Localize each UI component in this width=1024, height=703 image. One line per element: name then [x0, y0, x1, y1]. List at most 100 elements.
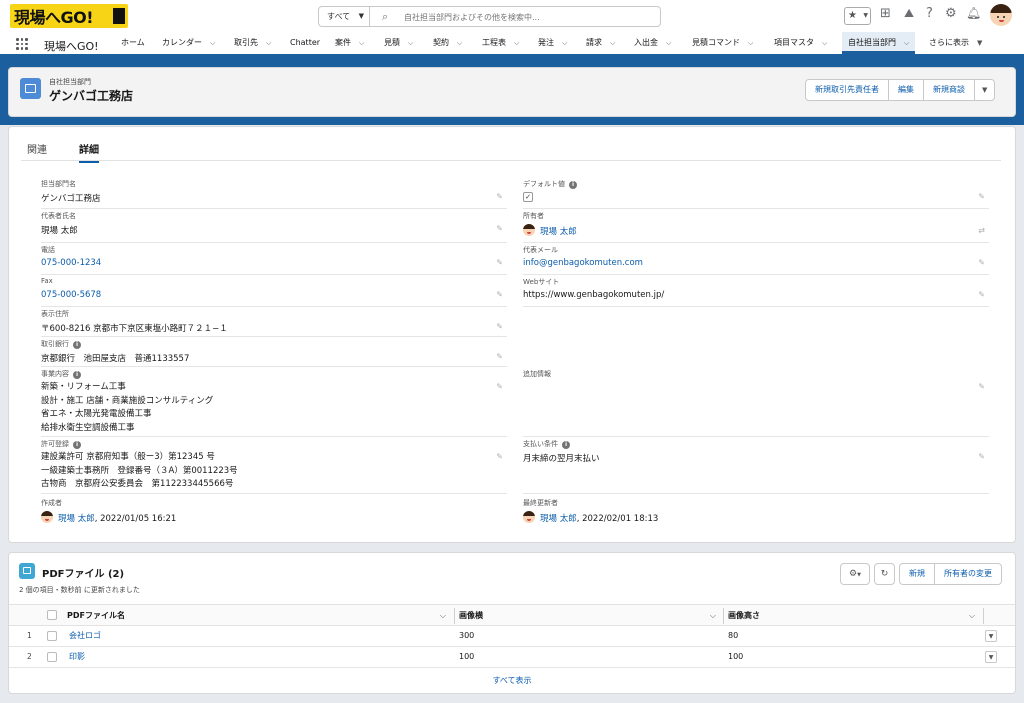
pencil-icon[interactable]: ✎	[978, 290, 985, 299]
pencil-icon[interactable]: ✎	[978, 192, 985, 201]
pencil-icon[interactable]: ✎	[496, 224, 503, 233]
pencil-icon[interactable]: ✎	[496, 192, 503, 201]
more-actions-button[interactable]: ▼	[974, 79, 996, 101]
search-input[interactable]	[404, 10, 654, 24]
chevron-down-icon[interactable]: ⌵	[440, 605, 446, 626]
field-default-value: デフォルト値 i ✓ ✎	[523, 179, 989, 209]
field-value: https://www.genbagokomuten.jp/	[523, 290, 665, 300]
nav-item-contracts[interactable]: 契約 ⌵	[433, 32, 462, 54]
field-bank: 取引銀行 i 京都銀行 池田屋支店 普通1133557 ✎	[41, 339, 507, 367]
info-icon[interactable]: i	[569, 181, 577, 189]
nav-item-invoices[interactable]: 請求 ⌵	[586, 32, 615, 54]
favorites-button[interactable]: ★ ▼	[844, 7, 871, 25]
field-value-line: 一級建築士事務所 登録番号（３A）第0011223号	[41, 465, 238, 476]
email-link[interactable]: info@genbagokomuten.com	[523, 258, 643, 268]
change-owner-button[interactable]: 所有者の変更	[934, 563, 1002, 585]
chevron-down-icon[interactable]: ⌵	[969, 605, 975, 626]
row-checkbox[interactable]	[47, 652, 57, 662]
nav-item-more[interactable]: さらに表示 ▼	[929, 32, 982, 54]
row-checkbox[interactable]	[47, 631, 57, 641]
chevron-down-icon[interactable]: ⌵	[822, 39, 827, 47]
nav-item-projects[interactable]: 案件 ⌵	[335, 32, 364, 54]
phone-link[interactable]: 075-000-1234	[41, 258, 101, 268]
nav-item-estimates[interactable]: 見積 ⌵	[384, 32, 413, 54]
list-settings-button[interactable]: ⚙▼	[840, 563, 870, 585]
owner-user-link[interactable]: 現場 太郎	[540, 227, 577, 237]
nav-item-orders[interactable]: 発注 ⌵	[538, 32, 567, 54]
cell-height: 80	[728, 631, 739, 640]
chevron-down-icon[interactable]: ⌵	[748, 39, 753, 47]
pencil-icon[interactable]: ✎	[978, 258, 985, 267]
pdf-file-link[interactable]: 会社ロゴ	[69, 626, 101, 646]
help-icon[interactable]: ?	[926, 6, 933, 21]
app-nav-bar: 現場へGO! ホーム カレンダー ⌵ 取引先 ⌵ Chatter 案件 ⌵ 見積 ⌵ 契…	[0, 32, 1024, 57]
tab-related[interactable]: 関連	[27, 141, 47, 156]
nav-item-home[interactable]: ホーム	[121, 32, 145, 54]
chevron-down-icon[interactable]: ⌵	[359, 39, 364, 47]
column-divider[interactable]	[454, 608, 455, 624]
column-header-width[interactable]: 画像横 ⌵	[459, 605, 722, 627]
created-by-user-link[interactable]: 現場 太郎	[58, 514, 95, 524]
pencil-icon[interactable]: ✎	[496, 352, 503, 361]
nav-item-field-master[interactable]: 項目マスタ ⌵	[774, 32, 827, 54]
new-button[interactable]: 新規	[899, 563, 935, 585]
chevron-down-icon[interactable]: ⌵	[666, 39, 671, 47]
nav-item-calendar[interactable]: カレンダー ⌵	[162, 32, 215, 54]
search-scope-dropdown[interactable]: すべて ▼	[318, 6, 370, 27]
pencil-icon[interactable]: ✎	[496, 290, 503, 299]
pencil-icon[interactable]: ✎	[496, 452, 503, 461]
column-divider[interactable]	[983, 608, 984, 624]
refresh-button[interactable]: ↻	[874, 563, 895, 585]
chevron-down-icon[interactable]: ⌵	[457, 39, 462, 47]
chevron-down-icon[interactable]: ⌵	[408, 39, 413, 47]
select-all-checkbox[interactable]	[47, 610, 57, 620]
bell-icon[interactable]: 🔔︎	[966, 6, 981, 20]
new-contact-button[interactable]: 新規取引先責任者	[805, 79, 889, 101]
nav-item-schedule[interactable]: 工程表 ⌵	[482, 32, 519, 54]
pencil-icon[interactable]: ✎	[496, 322, 503, 331]
pencil-icon[interactable]: ✎	[978, 382, 985, 391]
change-owner-icon[interactable]: ⇄	[978, 226, 985, 235]
column-divider[interactable]	[723, 608, 724, 624]
pencil-icon[interactable]: ✎	[496, 258, 503, 267]
nav-item-departments[interactable]: 自社担当部門 ⌵	[842, 32, 916, 54]
column-header-name[interactable]: PDFファイル名 ⌵	[67, 605, 452, 627]
related-list-title[interactable]: PDFファイル (2)	[42, 565, 124, 580]
new-opportunity-button[interactable]: 新規商談	[923, 79, 975, 101]
app-launcher-icon[interactable]	[16, 38, 28, 50]
app-logo[interactable]: 現場へGO!	[10, 4, 128, 28]
view-all-link[interactable]: すべて表示	[9, 675, 1015, 686]
edit-button[interactable]: 編集	[888, 79, 924, 101]
modified-by-user-link[interactable]: 現場 太郎	[540, 514, 577, 524]
global-actions-plus-icon[interactable]: ⊞	[880, 6, 891, 21]
column-label: 画像横	[459, 611, 483, 620]
nav-item-accounts[interactable]: 取引先 ⌵	[234, 32, 271, 54]
nav-item-chatter[interactable]: Chatter	[290, 32, 320, 54]
info-icon[interactable]: i	[562, 441, 570, 449]
chevron-down-icon[interactable]: ⌵	[904, 39, 909, 47]
row-actions-dropdown[interactable]: ▼	[985, 630, 997, 642]
pencil-icon[interactable]: ✎	[496, 382, 503, 391]
column-header-height[interactable]: 画像高さ ⌵	[728, 605, 981, 627]
chevron-down-icon[interactable]: ⌵	[266, 39, 271, 47]
trailhead-icon[interactable]: ⛰	[904, 6, 914, 21]
gear-icon[interactable]: ⚙	[945, 6, 957, 21]
user-avatar[interactable]	[990, 4, 1012, 26]
info-icon[interactable]: i	[73, 341, 81, 349]
row-actions-dropdown[interactable]: ▼	[985, 651, 997, 663]
info-icon[interactable]: i	[73, 441, 81, 449]
fax-link[interactable]: 075-000-5678	[41, 290, 101, 300]
chevron-down-icon[interactable]: ⌵	[610, 39, 615, 47]
chevron-down-icon[interactable]: ⌵	[210, 39, 215, 47]
nav-item-payments[interactable]: 入出金 ⌵	[634, 32, 671, 54]
nav-item-estimate-commands[interactable]: 見積コマンド ⌵	[692, 32, 753, 54]
field-rep-name: 代表者氏名 現場 太郎 ✎	[41, 211, 507, 243]
pencil-icon[interactable]: ✎	[978, 452, 985, 461]
info-icon[interactable]: i	[73, 371, 81, 379]
chevron-down-icon[interactable]: ⌵	[514, 39, 519, 47]
chevron-down-icon[interactable]: ⌵	[562, 39, 567, 47]
global-search[interactable]: ⌕	[369, 6, 661, 27]
pdf-file-link[interactable]: 印影	[69, 647, 85, 667]
caret-down-icon[interactable]: ▼	[977, 39, 982, 47]
chevron-down-icon[interactable]: ⌵	[710, 605, 716, 626]
